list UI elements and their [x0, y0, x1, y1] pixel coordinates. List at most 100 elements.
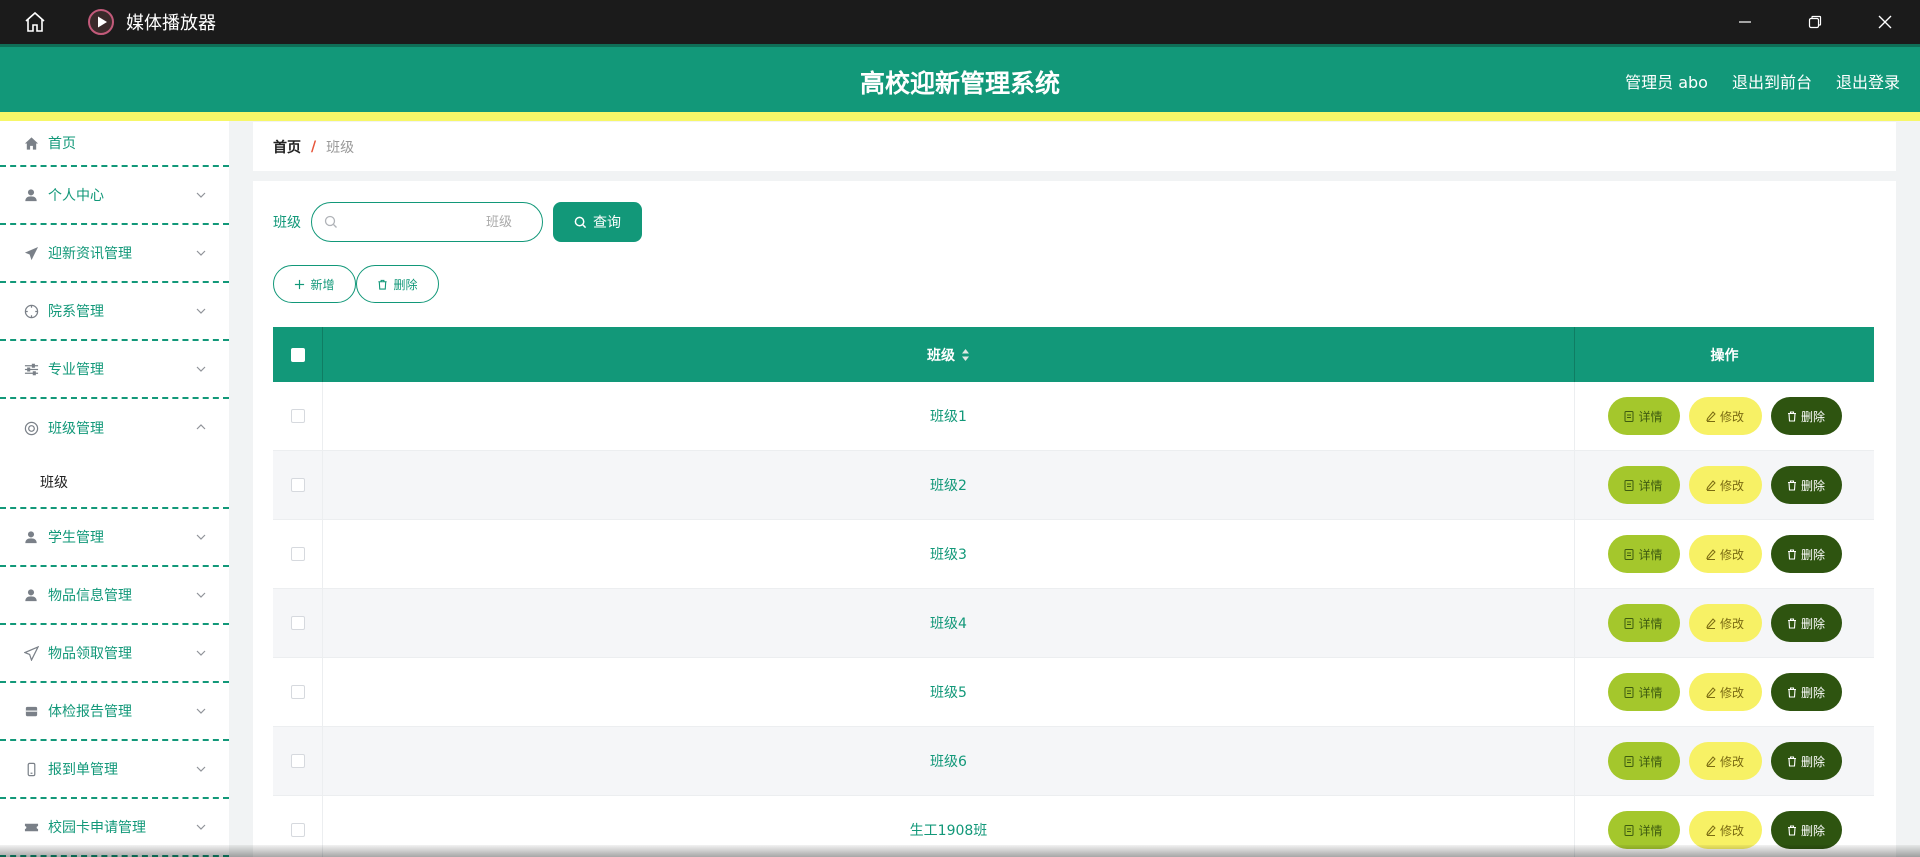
- minimize-button[interactable]: [1710, 0, 1780, 44]
- box-icon: [22, 702, 40, 720]
- phone-icon: [22, 760, 40, 778]
- exit-to-frontend-link[interactable]: 退出到前台: [1732, 69, 1812, 93]
- row-checkbox[interactable]: [290, 685, 305, 699]
- column-header-class[interactable]: 班级: [323, 327, 1575, 382]
- add-button[interactable]: 新增: [273, 265, 356, 303]
- detail-button[interactable]: 详情: [1607, 742, 1680, 780]
- window-titlebar: 媒体播放器: [0, 0, 1920, 44]
- breadcrumb-separator: /: [311, 138, 317, 155]
- table-row: 班级3 详情 修改 删除: [273, 520, 1874, 589]
- sidebar-item-health-report[interactable]: 体检报告管理: [0, 683, 229, 741]
- sidebar-subitem-class[interactable]: 班级: [0, 457, 229, 509]
- sidebar-item-goods-pickup[interactable]: 物品领取管理: [0, 625, 229, 683]
- detail-button[interactable]: 详情: [1607, 673, 1680, 711]
- sidebar-item-majors[interactable]: 专业管理: [0, 341, 229, 399]
- delete-button[interactable]: 删除: [1770, 811, 1842, 849]
- sidebar-item-home[interactable]: 首页: [0, 121, 229, 167]
- edit-button-label: 修改: [1719, 547, 1744, 562]
- breadcrumb-current: 班级: [326, 139, 355, 156]
- detail-button[interactable]: 详情: [1607, 397, 1680, 435]
- sidebar-item-label: 专业管理: [48, 362, 104, 378]
- sidebar-item-label: 学生管理: [48, 530, 104, 546]
- chevron-down-icon: [196, 592, 206, 598]
- row-checkbox[interactable]: [290, 754, 305, 768]
- edit-button[interactable]: 修改: [1688, 742, 1762, 780]
- chevron-down-icon: [196, 534, 206, 540]
- detail-button-label: 详情: [1638, 754, 1663, 769]
- trash-icon: [1787, 755, 1796, 767]
- delete-button[interactable]: 删除: [1770, 466, 1842, 504]
- edit-button[interactable]: 修改: [1688, 811, 1762, 849]
- edit-button-label: 修改: [1719, 823, 1744, 838]
- table-row: 班级5 详情 修改 删除: [273, 658, 1874, 727]
- sidebar-item-goods-info[interactable]: 物品信息管理: [0, 567, 229, 625]
- row-checkbox[interactable]: [290, 823, 305, 837]
- edit-button[interactable]: 修改: [1688, 397, 1762, 435]
- delete-button-label: 删除: [1800, 409, 1825, 424]
- delete-button[interactable]: 删除: [1770, 742, 1842, 780]
- detail-button[interactable]: 详情: [1607, 535, 1680, 573]
- detail-button[interactable]: 详情: [1607, 604, 1680, 642]
- home-icon[interactable]: [0, 0, 70, 44]
- row-checkbox[interactable]: [290, 616, 305, 630]
- edit-button[interactable]: 修改: [1688, 604, 1762, 642]
- delete-button-label: 删除: [1800, 547, 1825, 562]
- select-all-checkbox[interactable]: [290, 347, 305, 362]
- detail-button[interactable]: 详情: [1607, 466, 1680, 504]
- row-checkbox[interactable]: [290, 478, 305, 492]
- sidebar-item-registration[interactable]: 报到单管理: [0, 741, 229, 799]
- pencil-icon: [1706, 479, 1716, 491]
- delete-button[interactable]: 删除: [1770, 604, 1842, 642]
- sidebar-item-news[interactable]: 迎新资讯管理: [0, 225, 229, 283]
- sidebar-item-personal-center[interactable]: 个人中心: [0, 167, 229, 225]
- chevron-down-icon: [196, 192, 206, 198]
- row-checkbox[interactable]: [290, 547, 305, 561]
- edit-button[interactable]: 修改: [1688, 466, 1762, 504]
- breadcrumb-home[interactable]: 首页: [273, 137, 301, 157]
- person-icon: [22, 186, 40, 204]
- restore-button[interactable]: [1780, 0, 1850, 44]
- delete-button-label: 删除: [1800, 754, 1825, 769]
- query-button[interactable]: 查询: [553, 202, 642, 242]
- sidebar-item-label: 物品领取管理: [48, 646, 132, 662]
- search-form: 班级 查询: [273, 202, 642, 242]
- sidebar-item-label: 报到单管理: [48, 762, 118, 778]
- delete-button-label: 删除: [1800, 823, 1825, 838]
- delete-button[interactable]: 删除: [1770, 535, 1842, 573]
- sort-icon: [962, 348, 969, 361]
- delete-button[interactable]: 删除: [1770, 673, 1842, 711]
- search-field[interactable]: [311, 202, 543, 242]
- document-icon: [1624, 479, 1634, 491]
- send-icon: [22, 244, 40, 262]
- admin-user-link[interactable]: 管理员 abo: [1625, 69, 1708, 93]
- class-name-cell: 班级3: [323, 520, 1575, 588]
- sidebar-item-classes[interactable]: 班级管理: [0, 399, 229, 457]
- pencil-icon: [1706, 755, 1716, 767]
- logout-link[interactable]: 退出登录: [1836, 69, 1900, 93]
- edit-button-label: 修改: [1719, 685, 1744, 700]
- row-checkbox[interactable]: [290, 409, 305, 423]
- detail-button[interactable]: 详情: [1607, 811, 1680, 849]
- search-icon: [574, 216, 587, 228]
- search-input[interactable]: [326, 214, 528, 230]
- sidebar-item-label: 个人中心: [48, 188, 104, 204]
- sidebar-item-label: 物品信息管理: [48, 588, 132, 604]
- edit-button-label: 修改: [1719, 616, 1744, 631]
- table-row: 班级1 详情 修改 删除: [273, 382, 1874, 451]
- close-button[interactable]: [1850, 0, 1920, 44]
- document-icon: [1624, 410, 1634, 422]
- table-row: 班级6 详情 修改 删除: [273, 727, 1874, 796]
- app-header: 高校迎新管理系统 管理员 abo 退出到前台 退出登录: [0, 44, 1920, 112]
- sidebar-item-departments[interactable]: 院系管理: [0, 283, 229, 341]
- class-name-cell: 班级5: [323, 658, 1575, 726]
- batch-delete-button[interactable]: 删除: [356, 265, 439, 303]
- class-name-cell: 班级1: [323, 382, 1575, 450]
- delete-button[interactable]: 删除: [1770, 397, 1842, 435]
- edit-button[interactable]: 修改: [1688, 535, 1762, 573]
- edit-button-label: 修改: [1719, 409, 1744, 424]
- person-icon: [22, 528, 40, 546]
- sidebar-item-students[interactable]: 学生管理: [0, 509, 229, 567]
- detail-button-label: 详情: [1638, 478, 1663, 493]
- edit-button[interactable]: 修改: [1688, 673, 1762, 711]
- action-toolbar: 新增 删除: [273, 265, 439, 303]
